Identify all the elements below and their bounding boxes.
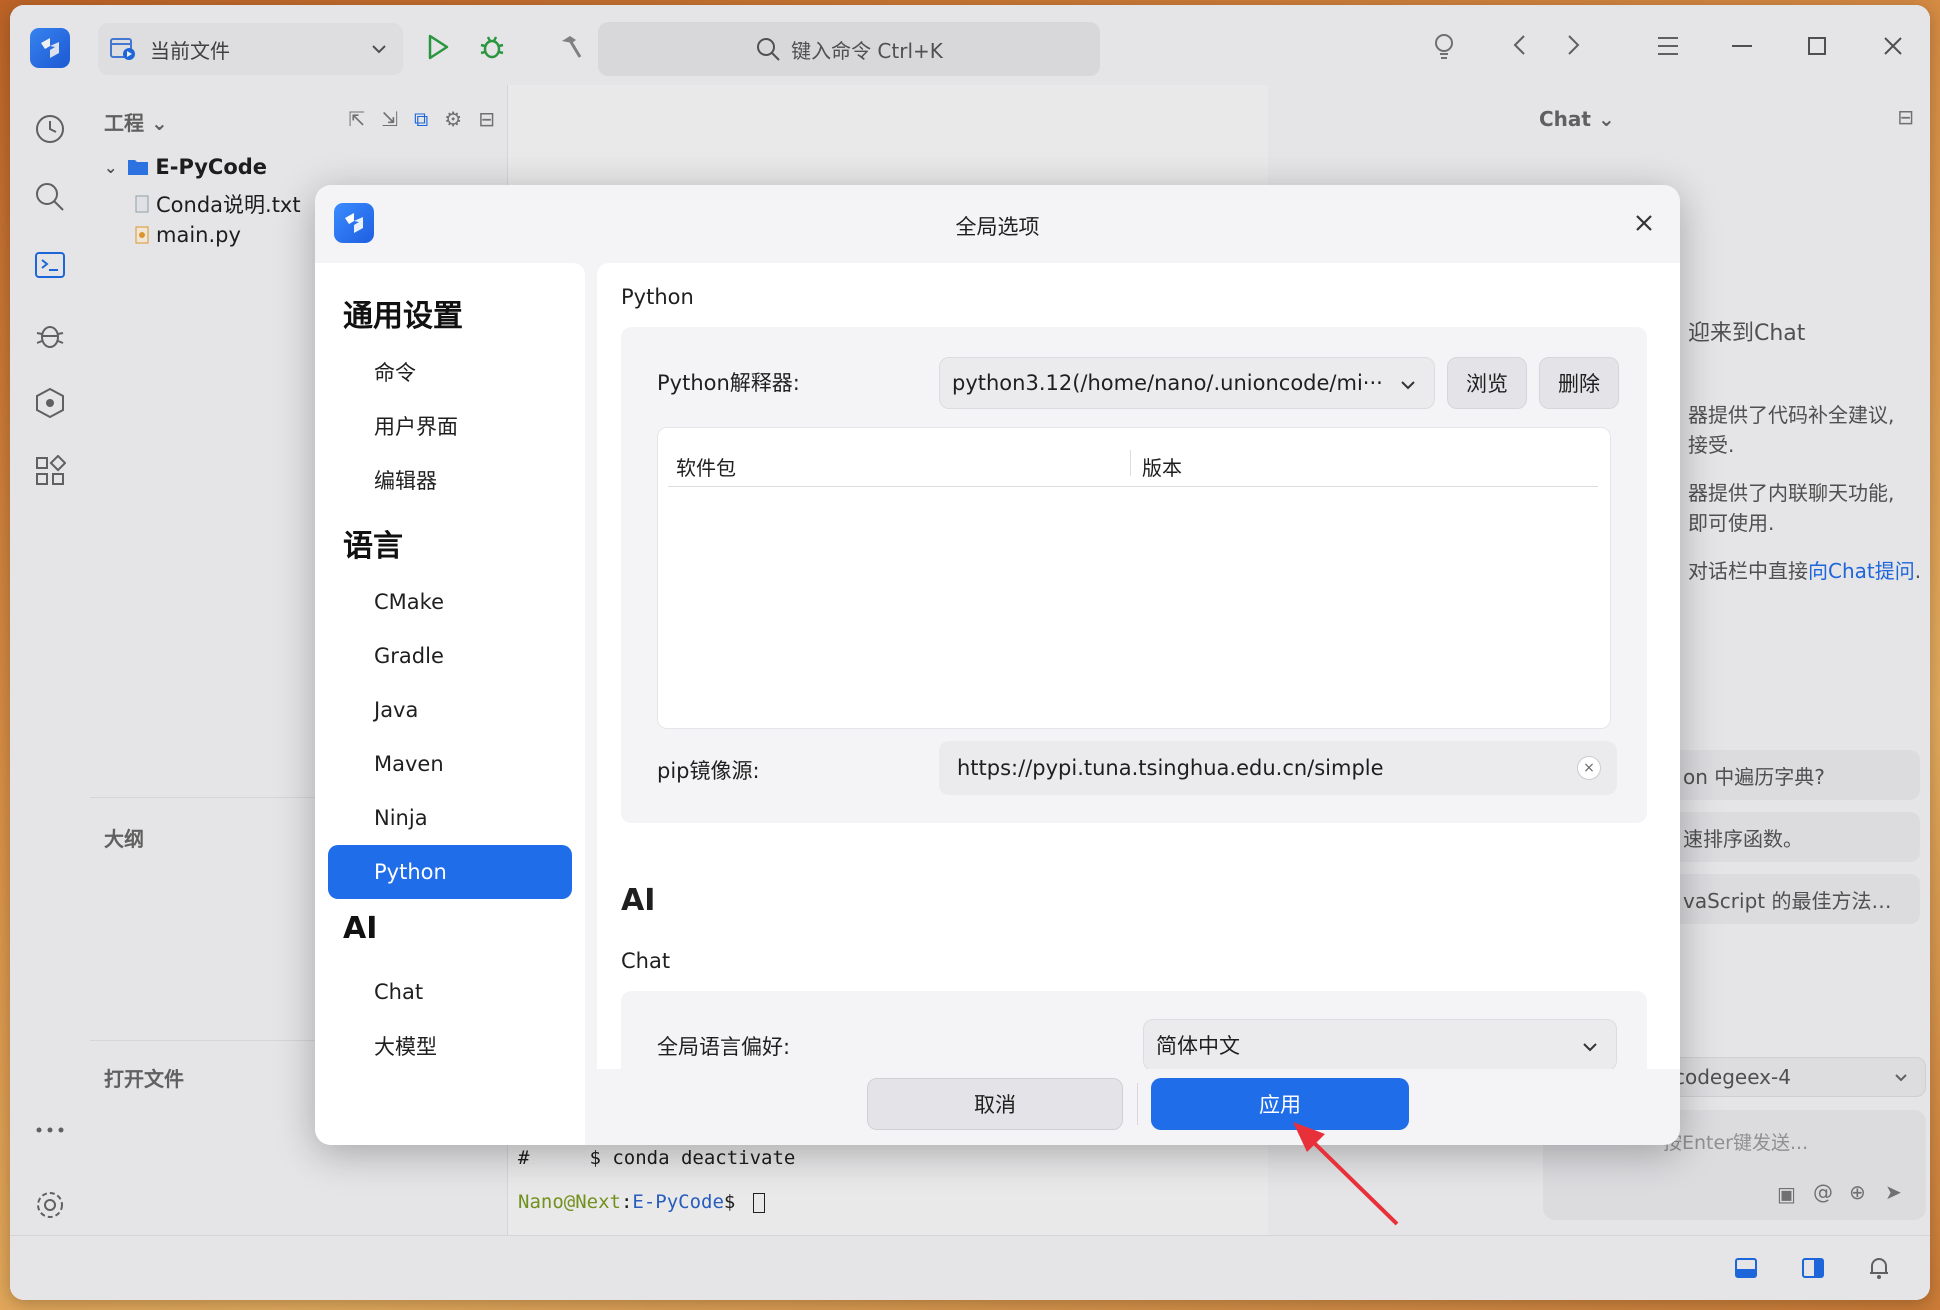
delete-button[interactable]: 删除	[1539, 357, 1619, 409]
pip-mirror-input[interactable]: https://pypi.tuna.tsinghua.edu.cn/simple…	[939, 741, 1617, 795]
column-divider	[1130, 450, 1131, 476]
clear-icon[interactable]: ×	[1577, 756, 1601, 780]
header-divider	[668, 486, 1598, 487]
interpreter-select[interactable]: python3.12(/home/nano/.unioncode/mi···	[939, 357, 1435, 409]
nav-item-maven[interactable]: Maven	[328, 737, 572, 791]
nav-item-python[interactable]: Python	[328, 845, 572, 899]
chevron-down-icon	[1401, 381, 1415, 390]
nav-item-llm[interactable]: 大模型	[328, 1019, 572, 1073]
nav-section-general: 通用设置	[343, 299, 463, 334]
options-nav: 通用设置 命令 用户界面 编辑器 语言 CMake Gradle Java Ma…	[315, 263, 585, 1145]
nav-item-chat[interactable]: Chat	[328, 965, 572, 1019]
python-settings-group: Python解释器: python3.12(/home/nano/.unionc…	[621, 327, 1647, 823]
chevron-down-icon	[1583, 1043, 1597, 1052]
global-options-dialog: 全局选项 通用设置 命令 用户界面 编辑器 语言 CMake Gradle Ja…	[315, 185, 1680, 1145]
language-pref-value: 简体中文	[1156, 1034, 1240, 1058]
nav-item-cmake[interactable]: CMake	[328, 575, 572, 629]
package-table: 软件包 版本	[657, 427, 1611, 729]
annotation-arrow-icon	[1293, 1122, 1399, 1226]
dialog-title: 全局选项	[955, 215, 1040, 239]
close-icon[interactable]	[1630, 209, 1658, 237]
nav-section-ai: AI	[343, 911, 378, 946]
nav-item-commands[interactable]: 命令	[328, 345, 572, 399]
chat-settings-group: 全局语言偏好: 简体中文	[621, 991, 1647, 1069]
column-header-version[interactable]: 版本	[1142, 452, 1182, 481]
chat-section-title: Chat	[621, 949, 671, 973]
column-header-package[interactable]: 软件包	[676, 452, 736, 481]
nav-item-java[interactable]: Java	[328, 683, 572, 737]
ai-section-title: AI	[621, 883, 656, 918]
language-pref-select[interactable]: 简体中文	[1143, 1019, 1617, 1069]
language-pref-label: 全局语言偏好:	[657, 1035, 791, 1059]
pip-mirror-label: pip镜像源:	[657, 759, 760, 783]
options-content: Python Python解释器: python3.12(/home/nano/…	[597, 263, 1680, 1069]
python-section-title: Python	[621, 285, 694, 309]
interpreter-select-value: python3.12(/home/nano/.unioncode/mi···	[952, 371, 1383, 395]
nav-item-ui[interactable]: 用户界面	[328, 399, 572, 453]
footer-divider	[1137, 1083, 1138, 1125]
interpreter-label: Python解释器:	[657, 371, 800, 395]
nav-item-ninja[interactable]: Ninja	[328, 791, 572, 845]
nav-section-language: 语言	[343, 529, 403, 564]
pip-mirror-value: https://pypi.tuna.tsinghua.edu.cn/simple	[957, 756, 1384, 780]
nav-item-gradle[interactable]: Gradle	[328, 629, 572, 683]
browse-button[interactable]: 浏览	[1447, 357, 1527, 409]
cancel-button[interactable]: 取消	[867, 1078, 1123, 1130]
nav-item-editor[interactable]: 编辑器	[328, 453, 572, 507]
